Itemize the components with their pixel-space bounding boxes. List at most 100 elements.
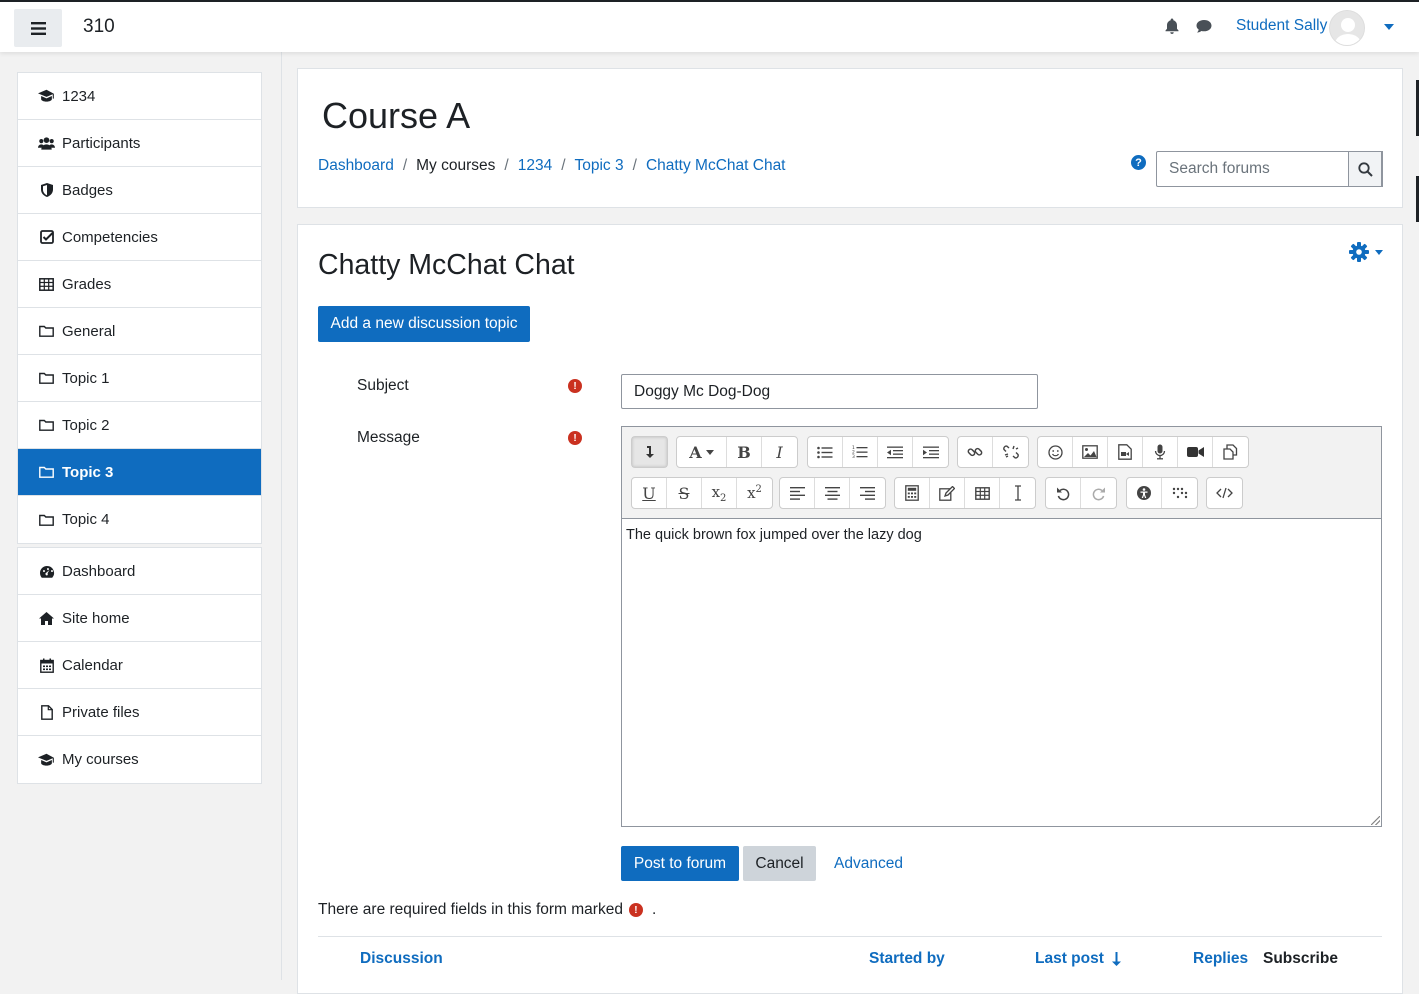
- toolbar-group-lists: 123: [807, 436, 949, 468]
- outdent-icon[interactable]: [878, 437, 913, 467]
- italic-icon[interactable]: I: [762, 437, 797, 467]
- avatar[interactable]: [1329, 10, 1365, 46]
- drawer-item-label: Topic 2: [62, 416, 110, 434]
- drawer-toggle-button[interactable]: [14, 9, 62, 47]
- breadcrumb-dashboard[interactable]: Dashboard: [318, 157, 394, 175]
- search-button[interactable]: [1348, 151, 1382, 187]
- drawer-item-topic-1[interactable]: Topic 1: [18, 355, 261, 402]
- drawer-item-grades[interactable]: Grades: [18, 261, 261, 308]
- video-camera-icon[interactable]: [1178, 437, 1213, 467]
- column-discussion[interactable]: Discussion: [360, 950, 443, 968]
- drawer-item-private-files[interactable]: Private files: [18, 689, 261, 736]
- clear-formatting-icon[interactable]: [1000, 478, 1035, 508]
- cancel-button[interactable]: Cancel: [743, 846, 816, 881]
- subject-field[interactable]: Doggy Mc Dog-Dog: [621, 374, 1038, 409]
- users-icon: [38, 136, 55, 151]
- indent-icon[interactable]: [913, 437, 948, 467]
- shield-icon: [38, 183, 55, 198]
- drawer-item-label: My courses: [62, 751, 139, 768]
- forum-actions-menu[interactable]: [1348, 241, 1383, 263]
- breadcrumb-topic[interactable]: Topic 3: [575, 157, 624, 175]
- column-last-post[interactable]: Last post: [1035, 950, 1121, 968]
- help-icon[interactable]: ?: [1131, 155, 1146, 170]
- drawer-item-site-home[interactable]: Site home: [18, 595, 261, 642]
- html-source-icon[interactable]: [1207, 478, 1242, 508]
- breadcrumb-separator: /: [561, 157, 566, 174]
- align-center-icon[interactable]: [815, 478, 850, 508]
- redo-icon[interactable]: [1081, 478, 1116, 508]
- breadcrumb-course[interactable]: 1234: [518, 157, 552, 175]
- subscript-icon[interactable]: x2: [702, 478, 737, 508]
- drawer-item-topic-4[interactable]: Topic 4: [18, 496, 261, 543]
- user-menu-name[interactable]: Student Sally: [1236, 17, 1327, 35]
- media-icon[interactable]: [1108, 437, 1143, 467]
- required-icon: !: [628, 903, 643, 917]
- site-name[interactable]: 310: [83, 16, 115, 38]
- required-icon: !: [568, 379, 582, 393]
- navbar: 310 Student Sally: [0, 0, 1419, 52]
- undo-icon[interactable]: [1046, 478, 1081, 508]
- special-character-icon[interactable]: [930, 478, 965, 508]
- strikethrough-icon[interactable]: S: [667, 478, 702, 508]
- toolbar-group-html: [1206, 477, 1243, 509]
- bell-icon[interactable]: [1163, 17, 1181, 35]
- equation-icon[interactable]: [895, 478, 930, 508]
- column-started-by[interactable]: Started by: [869, 950, 945, 968]
- unordered-list-icon[interactable]: [808, 437, 843, 467]
- advanced-link[interactable]: Advanced: [834, 855, 903, 873]
- drawer-item-label: Topic 4: [62, 511, 110, 528]
- drawer-item-participants[interactable]: Participants: [18, 120, 261, 167]
- drawer-item-dashboard[interactable]: Dashboard: [18, 548, 261, 595]
- drawer-item-competencies[interactable]: Competencies: [18, 214, 261, 261]
- drawer-item-1234[interactable]: 1234: [18, 73, 261, 120]
- drawer-item-label: Grades: [62, 275, 112, 293]
- link-icon[interactable]: [958, 437, 993, 467]
- drawer-item-topic-2[interactable]: Topic 2: [18, 402, 261, 449]
- column-subscribe: Subscribe: [1263, 950, 1338, 967]
- drawer-item-label: Competencies: [62, 228, 158, 246]
- post-to-forum-button[interactable]: Post to forum: [621, 846, 739, 881]
- search-icon: [1357, 161, 1373, 177]
- table-icon[interactable]: [965, 478, 1000, 508]
- site-nav-group: Dashboard Site home Calendar Private fil…: [17, 547, 262, 784]
- emoticon-icon[interactable]: [1038, 437, 1073, 467]
- resize-handle-icon[interactable]: [1371, 816, 1380, 825]
- editor-content-area[interactable]: The quick brown fox jumped over the lazy…: [626, 527, 922, 543]
- unlink-icon[interactable]: [993, 437, 1028, 467]
- column-replies[interactable]: Replies: [1193, 950, 1248, 968]
- underline-icon[interactable]: U: [632, 478, 667, 508]
- superscript-icon[interactable]: x2: [737, 478, 772, 508]
- drawer-item-general[interactable]: General: [18, 308, 261, 355]
- bold-icon[interactable]: B: [727, 437, 762, 467]
- accessibility-checker-icon[interactable]: [1127, 478, 1162, 508]
- breadcrumb: Dashboard / My courses / 1234 / Topic 3 …: [318, 157, 786, 175]
- message-label: Message: [357, 429, 420, 446]
- tachometer-icon: [38, 564, 55, 579]
- user-menu-caret-icon[interactable]: [1384, 24, 1394, 30]
- folder-icon: [38, 418, 55, 433]
- breadcrumb-forum[interactable]: Chatty McChat Chat: [646, 157, 786, 175]
- ordered-list-icon[interactable]: 123: [843, 437, 878, 467]
- screenreader-helper-icon[interactable]: [1162, 478, 1197, 508]
- breadcrumb-separator: /: [504, 157, 509, 174]
- toolbar-group-media: [1037, 436, 1249, 468]
- show-more-buttons-icon[interactable]: [632, 437, 667, 467]
- image-icon[interactable]: [1073, 437, 1108, 467]
- drawer-item-topic-3[interactable]: Topic 3: [18, 449, 261, 496]
- editor-toolbar: A B I 123 U S x2 x2: [622, 427, 1381, 519]
- drawer-item-badges[interactable]: Badges: [18, 167, 261, 214]
- drawer-item-label: General: [62, 322, 116, 340]
- align-left-icon[interactable]: [780, 478, 815, 508]
- drawer-item-my-courses[interactable]: My courses: [18, 736, 261, 783]
- drawer-item-calendar[interactable]: Calendar: [18, 642, 261, 689]
- subject-label: Subject: [357, 377, 409, 394]
- paragraph-styles-icon[interactable]: A: [677, 437, 727, 467]
- message-editor[interactable]: A B I 123 U S x2 x2 The quick brown fox …: [621, 426, 1382, 827]
- chat-bubble-icon[interactable]: [1195, 17, 1213, 35]
- add-discussion-topic-button[interactable]: Add a new discussion topic: [318, 306, 530, 342]
- manage-files-icon[interactable]: [1213, 437, 1248, 467]
- toolbar-group-history: [1045, 477, 1117, 509]
- toolbar-group-format: U S x2 x2: [631, 477, 773, 509]
- microphone-icon[interactable]: [1143, 437, 1178, 467]
- align-right-icon[interactable]: [850, 478, 885, 508]
